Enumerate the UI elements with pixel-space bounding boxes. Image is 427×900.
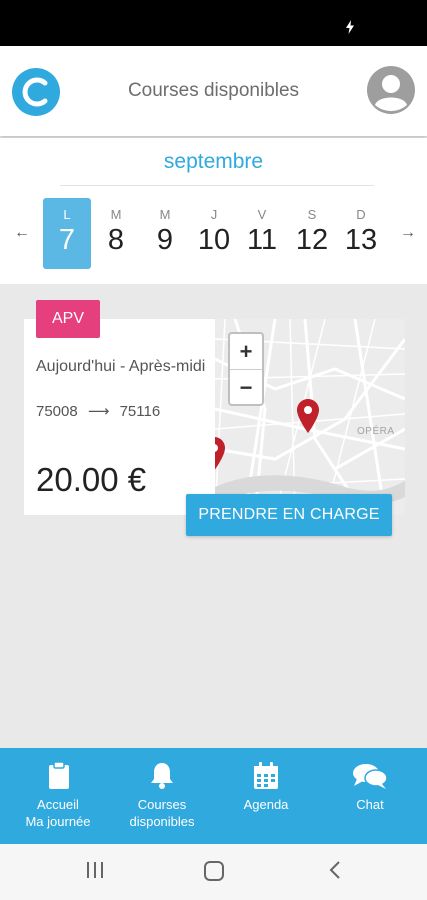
day-letter: V bbox=[257, 207, 267, 222]
charging-icon bbox=[346, 20, 354, 34]
day-letter: L bbox=[63, 207, 71, 222]
nav-label-rides-line1: Courses bbox=[137, 797, 187, 812]
nav-label-agenda: Agenda bbox=[243, 797, 289, 812]
nav-item-available-rides[interactable]: Courses disponibles bbox=[110, 748, 214, 844]
destination-marker-icon[interactable] bbox=[297, 399, 319, 433]
next-week-arrow-icon[interactable]: → bbox=[400, 224, 416, 242]
nav-item-home[interactable]: Accueil Ma journée bbox=[6, 748, 110, 844]
ride-type-badge: APV bbox=[36, 300, 100, 338]
map-place-label: OPÉRA bbox=[357, 424, 395, 437]
day-monday-7[interactable]: L 7 bbox=[43, 198, 91, 269]
ride-route: 75008 ⟶ 75116 bbox=[36, 402, 160, 420]
day-tuesday-8[interactable]: M 8 bbox=[92, 198, 140, 269]
day-sunday-13[interactable]: D 13 bbox=[337, 198, 385, 269]
ride-info: Aujourd'hui - Après-midi 75008 ⟶ 75116 2… bbox=[24, 319, 214, 515]
route-to: 75116 bbox=[119, 403, 161, 420]
prev-week-arrow-icon[interactable]: ← bbox=[14, 224, 30, 242]
nav-label-home-line1: Accueil bbox=[37, 797, 79, 812]
route-from: 75008 bbox=[36, 403, 78, 420]
day-number: 11 bbox=[246, 224, 278, 256]
day-thursday-10[interactable]: J 10 bbox=[190, 198, 238, 269]
day-number: 9 bbox=[156, 224, 174, 256]
day-number: 12 bbox=[295, 224, 329, 256]
day-letter: S bbox=[307, 207, 317, 222]
status-bar bbox=[0, 0, 427, 46]
month-label: septembre bbox=[163, 150, 264, 173]
calendar-icon bbox=[254, 762, 278, 789]
zoom-in-button[interactable]: + bbox=[230, 334, 262, 369]
ride-time: Aujourd'hui - Après-midi bbox=[36, 358, 206, 375]
nav-label-home: Accueil Ma journée bbox=[6, 796, 110, 830]
ride-price: 20.00 € bbox=[36, 461, 147, 498]
day-saturday-12[interactable]: S 12 bbox=[288, 198, 336, 269]
day-letter: D bbox=[356, 207, 366, 222]
avatar-icon[interactable] bbox=[367, 66, 415, 114]
route-arrow-icon: ⟶ bbox=[87, 403, 110, 420]
take-ride-button[interactable]: PRENDRE EN CHARGE bbox=[186, 494, 392, 536]
bottom-nav: Accueil Ma journée Courses disponibles Age… bbox=[0, 748, 427, 844]
map-zoom-control: + − bbox=[228, 332, 264, 406]
day-number: 13 bbox=[344, 224, 378, 256]
day-number: 8 bbox=[107, 224, 125, 256]
recent-apps-icon[interactable] bbox=[85, 860, 105, 880]
origin-marker-icon[interactable] bbox=[215, 437, 225, 471]
home-icon[interactable] bbox=[203, 860, 225, 882]
day-letter: M bbox=[159, 207, 171, 222]
nav-label-home-line2: Ma journée bbox=[25, 814, 91, 829]
day-number: 7 bbox=[58, 224, 76, 256]
chat-icon bbox=[353, 764, 388, 789]
zoom-out-button[interactable]: − bbox=[230, 370, 262, 405]
day-letter: J bbox=[210, 207, 218, 222]
date-selector: septembre ← L 7 M 8 M 9 J 10 V 11 S 12 D… bbox=[0, 138, 427, 284]
bell-icon bbox=[151, 763, 173, 789]
day-friday-11[interactable]: V 11 bbox=[238, 198, 286, 269]
nav-item-agenda[interactable]: Agenda bbox=[214, 748, 318, 844]
day-number: 10 bbox=[197, 224, 231, 256]
day-letter: M bbox=[110, 207, 122, 222]
back-icon[interactable] bbox=[325, 860, 345, 880]
month-divider bbox=[60, 185, 374, 186]
page-title: Courses disponibles bbox=[127, 80, 300, 101]
nav-item-chat[interactable]: Chat bbox=[318, 748, 422, 844]
nav-label-chat: Chat bbox=[356, 797, 384, 812]
nav-label-rides-line2: disponibles bbox=[129, 814, 195, 829]
nav-label-available-rides: Courses disponibles bbox=[110, 796, 214, 830]
clipboard-icon bbox=[49, 762, 69, 789]
day-wednesday-9[interactable]: M 9 bbox=[141, 198, 189, 269]
system-nav-bar bbox=[0, 844, 427, 900]
app-bar: Courses disponibles bbox=[0, 46, 427, 136]
